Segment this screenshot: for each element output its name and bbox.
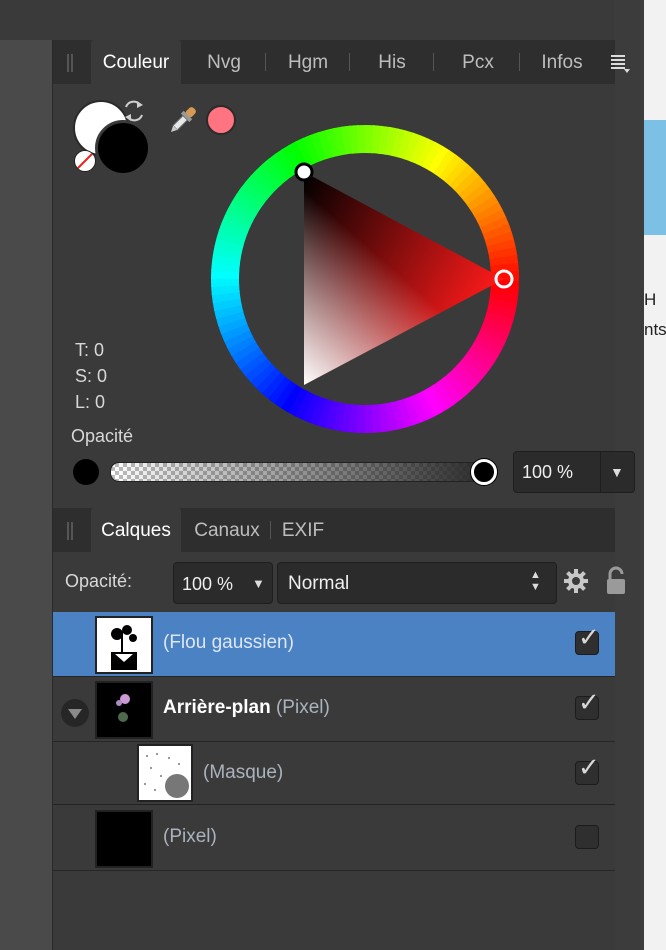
layer-row[interactable]: (Flou gaussien) ✓ xyxy=(53,612,615,677)
layer-visibility-checkbox[interactable]: ✓ xyxy=(575,622,600,655)
panel-grip-handle[interactable] xyxy=(67,54,73,72)
swap-colors-icon[interactable] xyxy=(121,98,147,124)
layer-opacity-label: Opacité: xyxy=(65,571,133,591)
opacity-color-dot xyxy=(73,459,99,485)
dropdown-arrow-icon[interactable]: ▼ xyxy=(610,464,624,480)
opacity-label: Opacité xyxy=(71,426,134,446)
background-text-nts: nts xyxy=(644,320,666,339)
triangle-handle xyxy=(294,162,314,182)
layer-visibility-checkbox[interactable]: ✓ xyxy=(575,687,600,720)
tsl-s-value: S: 0 xyxy=(75,366,108,386)
expand-triangle-icon[interactable] xyxy=(61,699,89,727)
updown-arrows-icon: ▲ ▼ xyxy=(530,569,541,593)
layer-row[interactable]: Arrière-plan (Pixel) ✓ xyxy=(53,677,615,742)
tab-his[interactable]: His xyxy=(357,40,427,84)
layer-visibility-checkbox[interactable] xyxy=(575,825,599,849)
layer-row[interactable]: (Pixel) xyxy=(53,806,615,871)
tab-hgm[interactable]: Hgm xyxy=(273,40,343,84)
left-canvas-strip xyxy=(0,40,52,950)
panel-grip-handle[interactable] xyxy=(67,522,73,540)
fill-color-swatch[interactable] xyxy=(95,120,151,176)
layer-name: (Pixel) xyxy=(163,826,217,847)
layer-row[interactable]: (Masque) ✓ xyxy=(53,742,615,805)
blend-mode-select[interactable]: Normal ▲ ▼ xyxy=(277,562,557,604)
tab-calques[interactable]: Calques xyxy=(91,508,181,552)
color-tabbar: Couleur Nvg Hgm His Pcx Infos xyxy=(53,40,630,84)
tab-canaux[interactable]: Canaux xyxy=(189,508,265,552)
layer-name: Arrière-plan (Pixel) xyxy=(163,697,330,718)
layer-name: (Flou gaussien) xyxy=(163,632,294,653)
lock-icon[interactable] xyxy=(603,566,629,596)
layer-name: (Masque) xyxy=(203,762,284,783)
tsl-t-value: T: 0 xyxy=(75,340,105,360)
layer-opacity-value: 100 % xyxy=(182,574,234,594)
layer-visibility-checkbox[interactable]: ✓ xyxy=(575,752,600,785)
layer-thumbnail xyxy=(95,616,153,674)
color-wheel[interactable] xyxy=(211,125,519,433)
color-picker-icon[interactable] xyxy=(165,102,201,138)
panel-menu-icon[interactable] xyxy=(609,52,630,79)
layer-opacity-dropdown[interactable]: 100 % ▼ xyxy=(173,562,273,604)
tab-pcx[interactable]: Pcx xyxy=(443,40,513,84)
top-strip xyxy=(0,0,666,40)
tab-nvg[interactable]: Nvg xyxy=(189,40,259,84)
background-text-h: H xyxy=(644,290,657,309)
layers-tabbar: Calques Canaux EXIF xyxy=(53,508,615,552)
layer-thumbnail xyxy=(95,681,153,739)
blend-mode-value: Normal xyxy=(288,573,350,594)
right-blue-element xyxy=(644,120,666,235)
mask-thumbnail xyxy=(137,744,193,802)
opacity-field[interactable]: 100 % ▼ xyxy=(513,451,635,493)
tab-couleur[interactable]: Couleur xyxy=(91,40,181,84)
gear-icon[interactable] xyxy=(563,568,589,594)
tab-exif[interactable]: EXIF xyxy=(275,508,331,552)
opacity-slider-knob[interactable] xyxy=(471,459,497,485)
studio-panel: Couleur Nvg Hgm His Pcx Infos T: 0 S: 0 … xyxy=(52,40,635,950)
tsl-l-value: L: 0 xyxy=(75,392,106,412)
layer-thumbnail xyxy=(95,810,153,868)
tab-infos[interactable]: Infos xyxy=(527,40,597,84)
opacity-value: 100 % xyxy=(522,462,574,482)
no-color-icon[interactable] xyxy=(74,150,96,172)
opacity-slider[interactable] xyxy=(110,462,492,482)
dropdown-arrow-icon: ▼ xyxy=(252,576,265,591)
